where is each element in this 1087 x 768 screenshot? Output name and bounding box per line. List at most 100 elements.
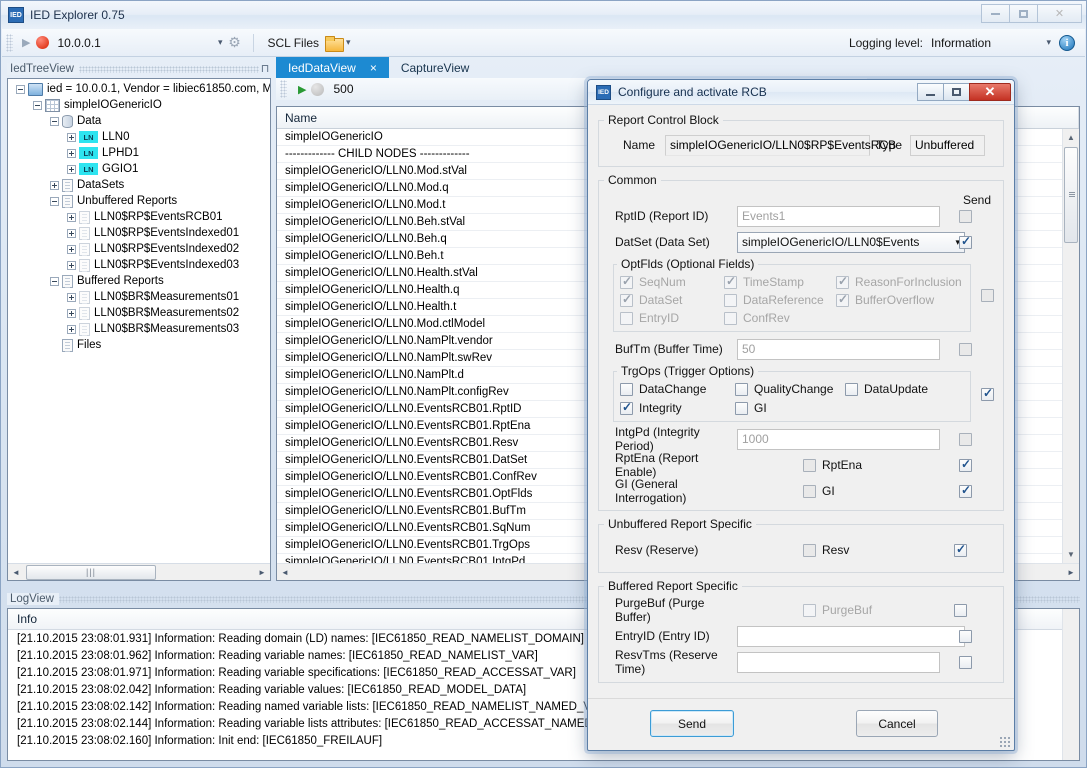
intgpd-send-checkbox[interactable] [959,432,972,446]
trgop-dataupdate[interactable]: DataUpdate [845,382,964,396]
minimize-button[interactable] [981,4,1010,23]
tree-horizontal-scrollbar[interactable]: ◄ ||| ► [8,563,270,580]
tree-node[interactable]: Buffered Reports [8,273,270,289]
close-button[interactable]: ✕ [1037,4,1082,23]
entryid-field[interactable] [737,625,965,647]
collapse-icon[interactable] [50,276,59,286]
datset-send-checkbox[interactable] [959,234,972,249]
trgop-gi[interactable]: GI [735,401,845,415]
scroll-left-icon[interactable]: ◄ [277,568,293,577]
expand-icon[interactable] [67,164,76,174]
scroll-right-icon[interactable]: ► [254,568,270,577]
dialog-close-button[interactable]: ✕ [969,83,1011,101]
tree-node[interactable]: LLN0$BR$Measurements03 [8,321,270,337]
tree-node[interactable]: Unbuffered Reports [8,193,270,209]
address-combobox[interactable]: 10.0.0.1 ▾ [57,33,222,53]
tree-node[interactable]: simpleIOGenericIO [8,97,270,113]
resvtms-send-checkbox[interactable] [959,655,972,669]
intgpd-field[interactable]: 1000 [737,428,940,450]
autoupdate-play-icon[interactable]: ▶ [290,83,311,96]
rptena-checkbox-row[interactable]: RptEna [737,458,940,472]
dialog-resize-grip[interactable] [999,736,1010,747]
trgop-dataupdate-checkbox[interactable] [845,382,858,396]
tree-node[interactable]: DataSets [8,177,270,193]
expand-icon[interactable] [67,324,76,334]
rptid-send-checkbox[interactable] [959,209,972,223]
scroll-up-icon[interactable]: ▲ [1063,129,1079,146]
rptena-send-checkbox[interactable] [959,457,972,472]
tree-node[interactable]: Files [8,337,270,353]
tree-node[interactable]: LLN0$RP$EventsIndexed02 [8,241,270,257]
grid-vertical-scrollbar[interactable]: ▲ ▼ [1062,129,1079,563]
trgop-datachange[interactable]: DataChange [620,382,735,396]
resv-checkbox-row[interactable]: Resv [737,543,935,557]
gi-send-checkbox[interactable] [959,483,972,498]
toolbar-grip[interactable] [6,33,13,52]
trgops-send-checkbox[interactable] [981,386,994,401]
tree-node[interactable]: LLN0$RP$EventsRCB01 [8,209,270,225]
expand-icon[interactable] [50,180,59,190]
dialog-maximize-button[interactable] [943,83,970,101]
log-vertical-scrollbar[interactable] [1062,609,1079,760]
trgop-qualitychange[interactable]: QualityChange [735,382,845,396]
tree-node[interactable]: LN LLN0 [8,129,270,145]
tab-ieddataview[interactable]: IedDataView × [276,57,389,78]
tree-node[interactable]: Data [8,113,270,129]
dialog-minimize-button[interactable] [917,83,944,101]
datset-combobox[interactable]: simpleIOGenericIO/LLN0$Events ▾ [737,231,965,253]
tree-hscroll-thumb[interactable]: ||| [26,564,156,580]
resv-send-checkbox[interactable] [954,542,967,557]
collapse-icon[interactable] [33,100,42,110]
ied-tree-view[interactable]: ied = 10.0.0.1, Vendor = libiec61850.com… [7,78,271,581]
trgop-integrity[interactable]: Integrity [620,400,735,415]
tree-node[interactable]: LLN0$RP$EventsIndexed01 [8,225,270,241]
expand-icon[interactable] [67,260,76,270]
cancel-button[interactable]: Cancel [856,710,938,737]
rptena-checkbox[interactable] [803,458,816,472]
buftm-field[interactable]: 50 [737,338,940,360]
scroll-right-icon[interactable]: ► [1063,568,1079,577]
trgop-qualitychange-checkbox[interactable] [735,382,748,396]
trgop-datachange-checkbox[interactable] [620,382,633,396]
pin-icon[interactable]: ⊓ [259,62,271,75]
logging-level-combobox[interactable]: Information ▾ [931,36,1051,50]
dataview-toolbar-grip[interactable] [280,80,287,98]
trgop-integrity-checkbox[interactable] [620,400,633,415]
autoupdate-stop-icon[interactable] [311,82,325,96]
rptid-field[interactable]: Events1 [737,205,940,227]
info-icon[interactable]: i [1059,34,1075,51]
expand-icon[interactable] [67,292,76,302]
expand-icon[interactable] [67,132,76,142]
tab-captureview[interactable]: CaptureView [389,57,481,78]
expand-icon[interactable] [67,228,76,238]
resvtms-field[interactable] [737,651,940,673]
folder-chevron-down-icon[interactable]: ▾ [346,37,351,48]
buftm-send-checkbox[interactable] [959,342,972,356]
expand-icon[interactable] [67,244,76,254]
collapse-icon[interactable] [16,84,25,94]
expand-icon[interactable] [67,308,76,318]
column-header-name[interactable]: Name [277,107,589,128]
gear-icon[interactable]: ⚙ [226,34,242,51]
gi-checkbox[interactable] [803,484,816,498]
purgebuf-send-checkbox[interactable] [954,603,967,617]
close-icon[interactable]: × [370,61,377,75]
tree-node[interactable]: LN LPHD1 [8,145,270,161]
tree-node[interactable]: LLN0$BR$Measurements02 [8,305,270,321]
scroll-left-icon[interactable]: ◄ [8,568,24,577]
entryid-send-checkbox[interactable] [959,629,972,643]
folder-icon[interactable] [325,35,345,52]
connect-play-icon[interactable]: ▶ [16,36,36,49]
tree-node[interactable]: ied = 10.0.0.1, Vendor = libiec61850.com… [8,81,270,97]
tree-hscroll-track[interactable]: ||| [24,564,254,580]
autoupdate-interval-value[interactable]: 500 [333,82,353,96]
tree-node[interactable]: LN GGIO1 [8,161,270,177]
trgop-gi-checkbox[interactable] [735,401,748,415]
collapse-icon[interactable] [50,116,59,126]
maximize-button[interactable] [1009,4,1038,23]
expand-icon[interactable] [67,148,76,158]
scroll-down-icon[interactable]: ▼ [1063,546,1079,563]
gi-checkbox-row[interactable]: GI [737,484,940,498]
resv-checkbox[interactable] [803,543,816,557]
tree-node[interactable]: LLN0$BR$Measurements01 [8,289,270,305]
